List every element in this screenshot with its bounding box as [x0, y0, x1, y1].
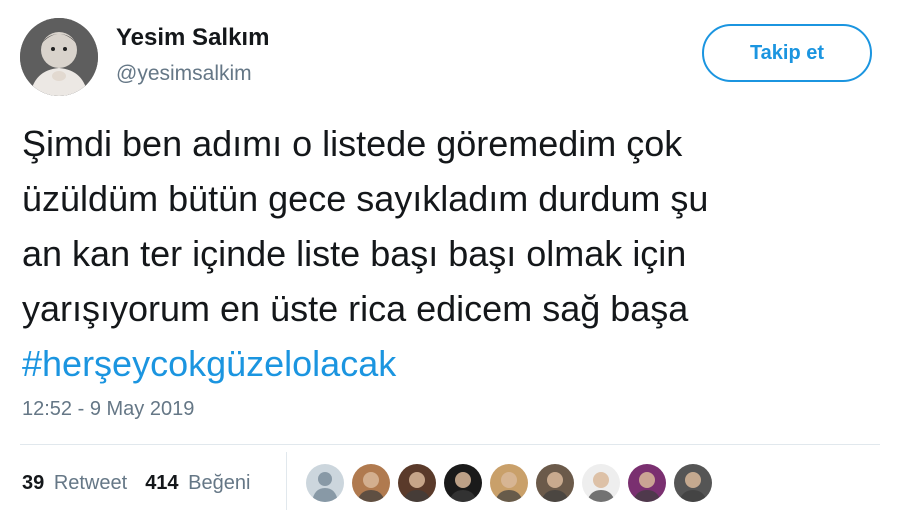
tweet-line: an kan ter içinde liste başı başı olmak …: [22, 233, 687, 274]
follow-button[interactable]: Takip et: [702, 24, 872, 82]
retweets-label: Retweet: [53, 471, 128, 494]
profile-avatar[interactable]: [20, 18, 98, 96]
user-avatar-icon: [536, 464, 574, 502]
liker-avatars: [306, 464, 720, 502]
liker-avatar[interactable]: [444, 464, 482, 502]
liker-avatar[interactable]: [536, 464, 574, 502]
tweet-text: Şimdi ben adımı o listede göremedim çok …: [22, 116, 882, 391]
user-avatar-icon: [352, 464, 390, 502]
liker-avatar[interactable]: [398, 464, 436, 502]
vertical-divider: [286, 452, 287, 510]
tweet-line: üzüldüm bütün gece sayıkladım durdum şu: [22, 178, 709, 219]
baby-photo-avatar-icon: [20, 18, 98, 96]
user-avatar-icon: [490, 464, 528, 502]
hashtag-link[interactable]: #herşeycokgüzelolacak: [22, 336, 882, 391]
default-profile-icon: [306, 464, 344, 502]
user-avatar-icon: [398, 464, 436, 502]
likes-label: Beğeni: [188, 471, 251, 494]
tweet-header: Yesim Salkım @yesimsalkim Takip et: [20, 18, 880, 98]
liker-avatar[interactable]: [306, 464, 344, 502]
user-avatar-icon: [628, 464, 666, 502]
liker-avatar[interactable]: [582, 464, 620, 502]
liker-avatar[interactable]: [628, 464, 666, 502]
user-avatar-icon: [582, 464, 620, 502]
divider: [20, 444, 880, 445]
tweet-line: yarışıyorum en üste rica edicem sağ başa: [22, 288, 689, 329]
retweets-count: 39: [22, 471, 45, 494]
user-display-name[interactable]: Yesim Salkım: [116, 24, 269, 52]
tweet-timestamp[interactable]: 12:52 - 9 May 2019: [22, 398, 194, 421]
user-avatar-icon: [674, 464, 712, 502]
user-avatar-icon: [444, 464, 482, 502]
liker-avatar[interactable]: [490, 464, 528, 502]
tweet-line: Şimdi ben adımı o listede göremedim çok: [22, 123, 683, 164]
tweet-stats: 39 Retweet 414 Beğeni: [22, 468, 268, 498]
retweets-stat[interactable]: 39 Retweet: [22, 472, 127, 495]
likes-count: 414: [145, 471, 179, 494]
liker-avatar[interactable]: [352, 464, 390, 502]
liker-avatar[interactable]: [674, 464, 712, 502]
likes-stat[interactable]: 414 Beğeni: [145, 472, 250, 495]
user-handle[interactable]: @yesimsalkim: [116, 62, 252, 86]
